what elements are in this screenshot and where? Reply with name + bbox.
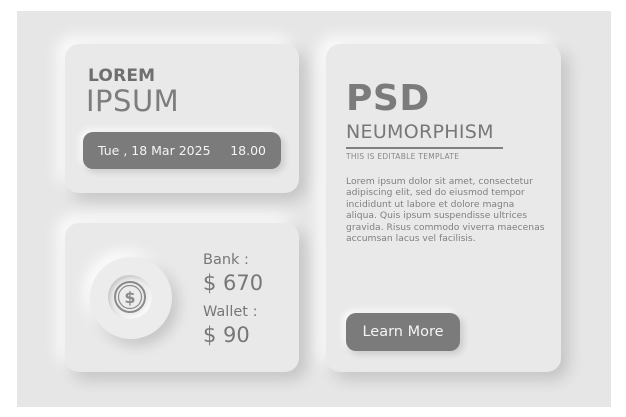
divider (346, 147, 503, 149)
date-time-bar: Tue , 18 Mar 2025 18.00 (83, 132, 281, 169)
svg-text:$: $ (124, 288, 135, 307)
info-subtitle: NEUMORPHISM (346, 121, 494, 143)
dollar-coin-icon: $ (108, 275, 152, 319)
wallet-value: $ 90 (203, 323, 250, 347)
coin-button[interactable]: $ (90, 257, 172, 339)
title-card: LOREM IPSUM Tue , 18 Mar 2025 18.00 (65, 44, 299, 193)
bank-value: $ 670 (203, 271, 264, 295)
learn-more-button[interactable]: Learn More (346, 313, 460, 351)
card-kicker: LOREM (88, 66, 156, 86)
balance-card: $ Bank : $ 670 Wallet : $ 90 (65, 223, 299, 372)
wallet-label: Wallet : (203, 304, 258, 320)
date-label: Tue , 18 Mar 2025 (98, 143, 211, 158)
bank-label: Bank : (203, 252, 249, 268)
card-heading: IPSUM (86, 84, 180, 118)
time-label: 18.00 (230, 143, 266, 158)
info-card: PSD NEUMORPHISM THIS IS EDITABLE TEMPLAT… (326, 44, 561, 372)
info-title: PSD (346, 78, 430, 119)
info-caption: THIS IS EDITABLE TEMPLATE (346, 152, 460, 161)
info-body-text: Lorem ipsum dolor sit amet, consectetur … (346, 176, 545, 245)
